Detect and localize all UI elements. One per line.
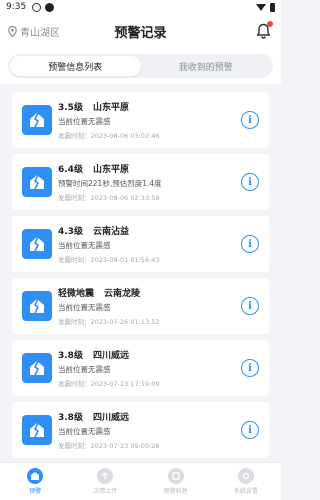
record-magnitude: 轻微地震 bbox=[58, 289, 95, 299]
nav-warning-label: 预警 bbox=[29, 488, 42, 495]
record-body: 轻微地震 云南龙陵 当前位置无震感 发震时刻：2023-07-26 01:13:5… bbox=[58, 286, 235, 326]
nav-disaster-upload[interactable]: 灾情上传 bbox=[70, 468, 140, 495]
info-icon[interactable]: i bbox=[241, 297, 259, 315]
record-magnitude: 6.4级 bbox=[58, 165, 83, 175]
earthquake-icon bbox=[22, 353, 52, 383]
tab-received-warnings[interactable]: 我收到的预警 bbox=[141, 56, 272, 76]
book-nav-icon bbox=[167, 468, 184, 484]
record-place: 云南沾益 bbox=[92, 227, 129, 237]
record-body: 3.8级 四川威远 当前位置无震感 发震时刻：2023-07-23 17:19:0… bbox=[58, 348, 235, 388]
earthquake-icon bbox=[22, 229, 52, 259]
bottom-navigation: 预警 灾情上传 预警科普 系统设置 bbox=[0, 462, 281, 500]
nav-warning[interactable]: 预警 bbox=[0, 468, 70, 495]
record-card[interactable]: 4.3级 云南沾益 当前位置无震感 发震时刻：2023-08-01 01:56:4… bbox=[12, 216, 269, 272]
record-description: 当前位置无震感 bbox=[58, 427, 111, 436]
record-time: 发震时刻：2023-07-26 01:13:52 bbox=[58, 318, 160, 326]
location-pin-icon bbox=[8, 25, 17, 37]
record-title: 3.8级 四川威远 bbox=[58, 348, 235, 361]
record-list: 3.5级 山东平原 当前位置无震感 发震时刻：2023-08-06 03:02:4… bbox=[0, 84, 281, 458]
record-card[interactable]: 轻微地震 云南龙陵 当前位置无震感 发震时刻：2023-07-26 01:13:5… bbox=[12, 278, 269, 334]
record-title: 轻微地震 云南龙陵 bbox=[58, 286, 235, 299]
record-description: 当前位置无震感 bbox=[58, 117, 111, 126]
warning-nav-icon bbox=[27, 468, 44, 484]
app-header: 青山湖区 预警记录 bbox=[0, 14, 281, 48]
record-body: 6.4级 山东平原 预警时间221秒,预估烈度1.4度 发震时刻：2023-08-… bbox=[58, 162, 235, 202]
record-time: 发震时刻：2023-08-06 03:02:46 bbox=[58, 132, 160, 140]
record-title: 4.3级 云南沾益 bbox=[58, 224, 235, 237]
earthquake-icon bbox=[22, 105, 52, 135]
record-place: 山东平原 bbox=[92, 103, 129, 113]
record-title: 3.5级 山东平原 bbox=[58, 100, 235, 113]
record-place: 四川威远 bbox=[92, 351, 129, 361]
location-label: 青山湖区 bbox=[20, 27, 60, 39]
record-body: 4.3级 云南沾益 当前位置无震感 发震时刻：2023-08-01 01:56:4… bbox=[58, 224, 235, 264]
record-description: 预警时间221秒,预估烈度1.4度 bbox=[58, 179, 162, 188]
record-status-icon bbox=[45, 2, 55, 12]
record-time: 发震时刻：2023-07-23 17:19:09 bbox=[58, 380, 160, 388]
record-title: 3.8级 四川威远 bbox=[58, 410, 235, 423]
settings-nav-icon bbox=[237, 468, 254, 484]
info-icon[interactable]: i bbox=[241, 359, 259, 377]
info-icon[interactable]: i bbox=[241, 235, 259, 253]
nav-upload-label: 灾情上传 bbox=[93, 488, 118, 495]
record-body: 3.8级 四川威远 当前位置无震感 发震时刻：2023-07-23 09:00:2… bbox=[58, 410, 235, 450]
record-description: 当前位置无震感 bbox=[58, 241, 111, 250]
status-bar: 9:35 bbox=[0, 0, 281, 14]
record-magnitude: 4.3级 bbox=[58, 227, 83, 237]
nav-settings[interactable]: 系统设置 bbox=[211, 468, 281, 495]
location-selector[interactable]: 青山湖区 bbox=[8, 24, 60, 39]
record-description: 当前位置无震感 bbox=[58, 303, 111, 312]
tabs-wrapper: 预警信息列表 我收到的预警 bbox=[0, 48, 281, 84]
record-time: 发震时刻：2023-07-23 09:00:28 bbox=[58, 442, 160, 450]
battery-icon bbox=[270, 2, 275, 12]
record-magnitude: 3.8级 bbox=[58, 413, 83, 423]
record-place: 山东平原 bbox=[92, 165, 129, 175]
record-place: 四川威远 bbox=[92, 413, 129, 423]
info-icon[interactable]: i bbox=[241, 173, 259, 191]
tab-switcher: 预警信息列表 我收到的预警 bbox=[8, 54, 273, 78]
settings-status-icon bbox=[32, 2, 42, 12]
earthquake-icon bbox=[22, 167, 52, 197]
wifi-icon bbox=[256, 3, 266, 11]
record-card[interactable]: 6.4级 山东平原 预警时间221秒,预估烈度1.4度 发震时刻：2023-08-… bbox=[12, 154, 269, 210]
notification-button[interactable] bbox=[253, 21, 273, 41]
info-icon[interactable]: i bbox=[241, 421, 259, 439]
record-title: 6.4级 山东平原 bbox=[58, 162, 235, 175]
earthquake-icon bbox=[22, 415, 52, 445]
record-card[interactable]: 3.5级 山东平原 当前位置无震感 发震时刻：2023-08-06 03:02:4… bbox=[12, 92, 269, 148]
earthquake-icon bbox=[22, 291, 52, 321]
record-magnitude: 3.5级 bbox=[58, 103, 83, 113]
status-time: 9:35 bbox=[6, 2, 27, 12]
notification-badge bbox=[267, 21, 273, 27]
nav-settings-label: 系统设置 bbox=[233, 488, 258, 495]
nav-science-label: 预警科普 bbox=[163, 488, 188, 495]
record-place: 云南龙陵 bbox=[104, 289, 141, 299]
record-card[interactable]: 3.8级 四川威远 当前位置无震感 发震时刻：2023-07-23 17:19:0… bbox=[12, 340, 269, 396]
nav-science[interactable]: 预警科普 bbox=[141, 468, 211, 495]
record-time: 发震时刻：2023-08-01 01:56:43 bbox=[58, 256, 160, 264]
record-time: 发震时刻：2023-08-06 02:33:59 bbox=[58, 194, 160, 202]
info-icon[interactable]: i bbox=[241, 111, 259, 129]
record-magnitude: 3.8级 bbox=[58, 351, 83, 361]
record-description: 当前位置无震感 bbox=[58, 365, 111, 374]
record-card[interactable]: 3.8级 四川威远 当前位置无震感 发震时刻：2023-07-23 09:00:2… bbox=[12, 402, 269, 458]
upload-nav-icon bbox=[97, 468, 114, 484]
record-body: 3.5级 山东平原 当前位置无震感 发震时刻：2023-08-06 03:02:4… bbox=[58, 100, 235, 140]
tab-warning-list[interactable]: 预警信息列表 bbox=[10, 56, 141, 76]
